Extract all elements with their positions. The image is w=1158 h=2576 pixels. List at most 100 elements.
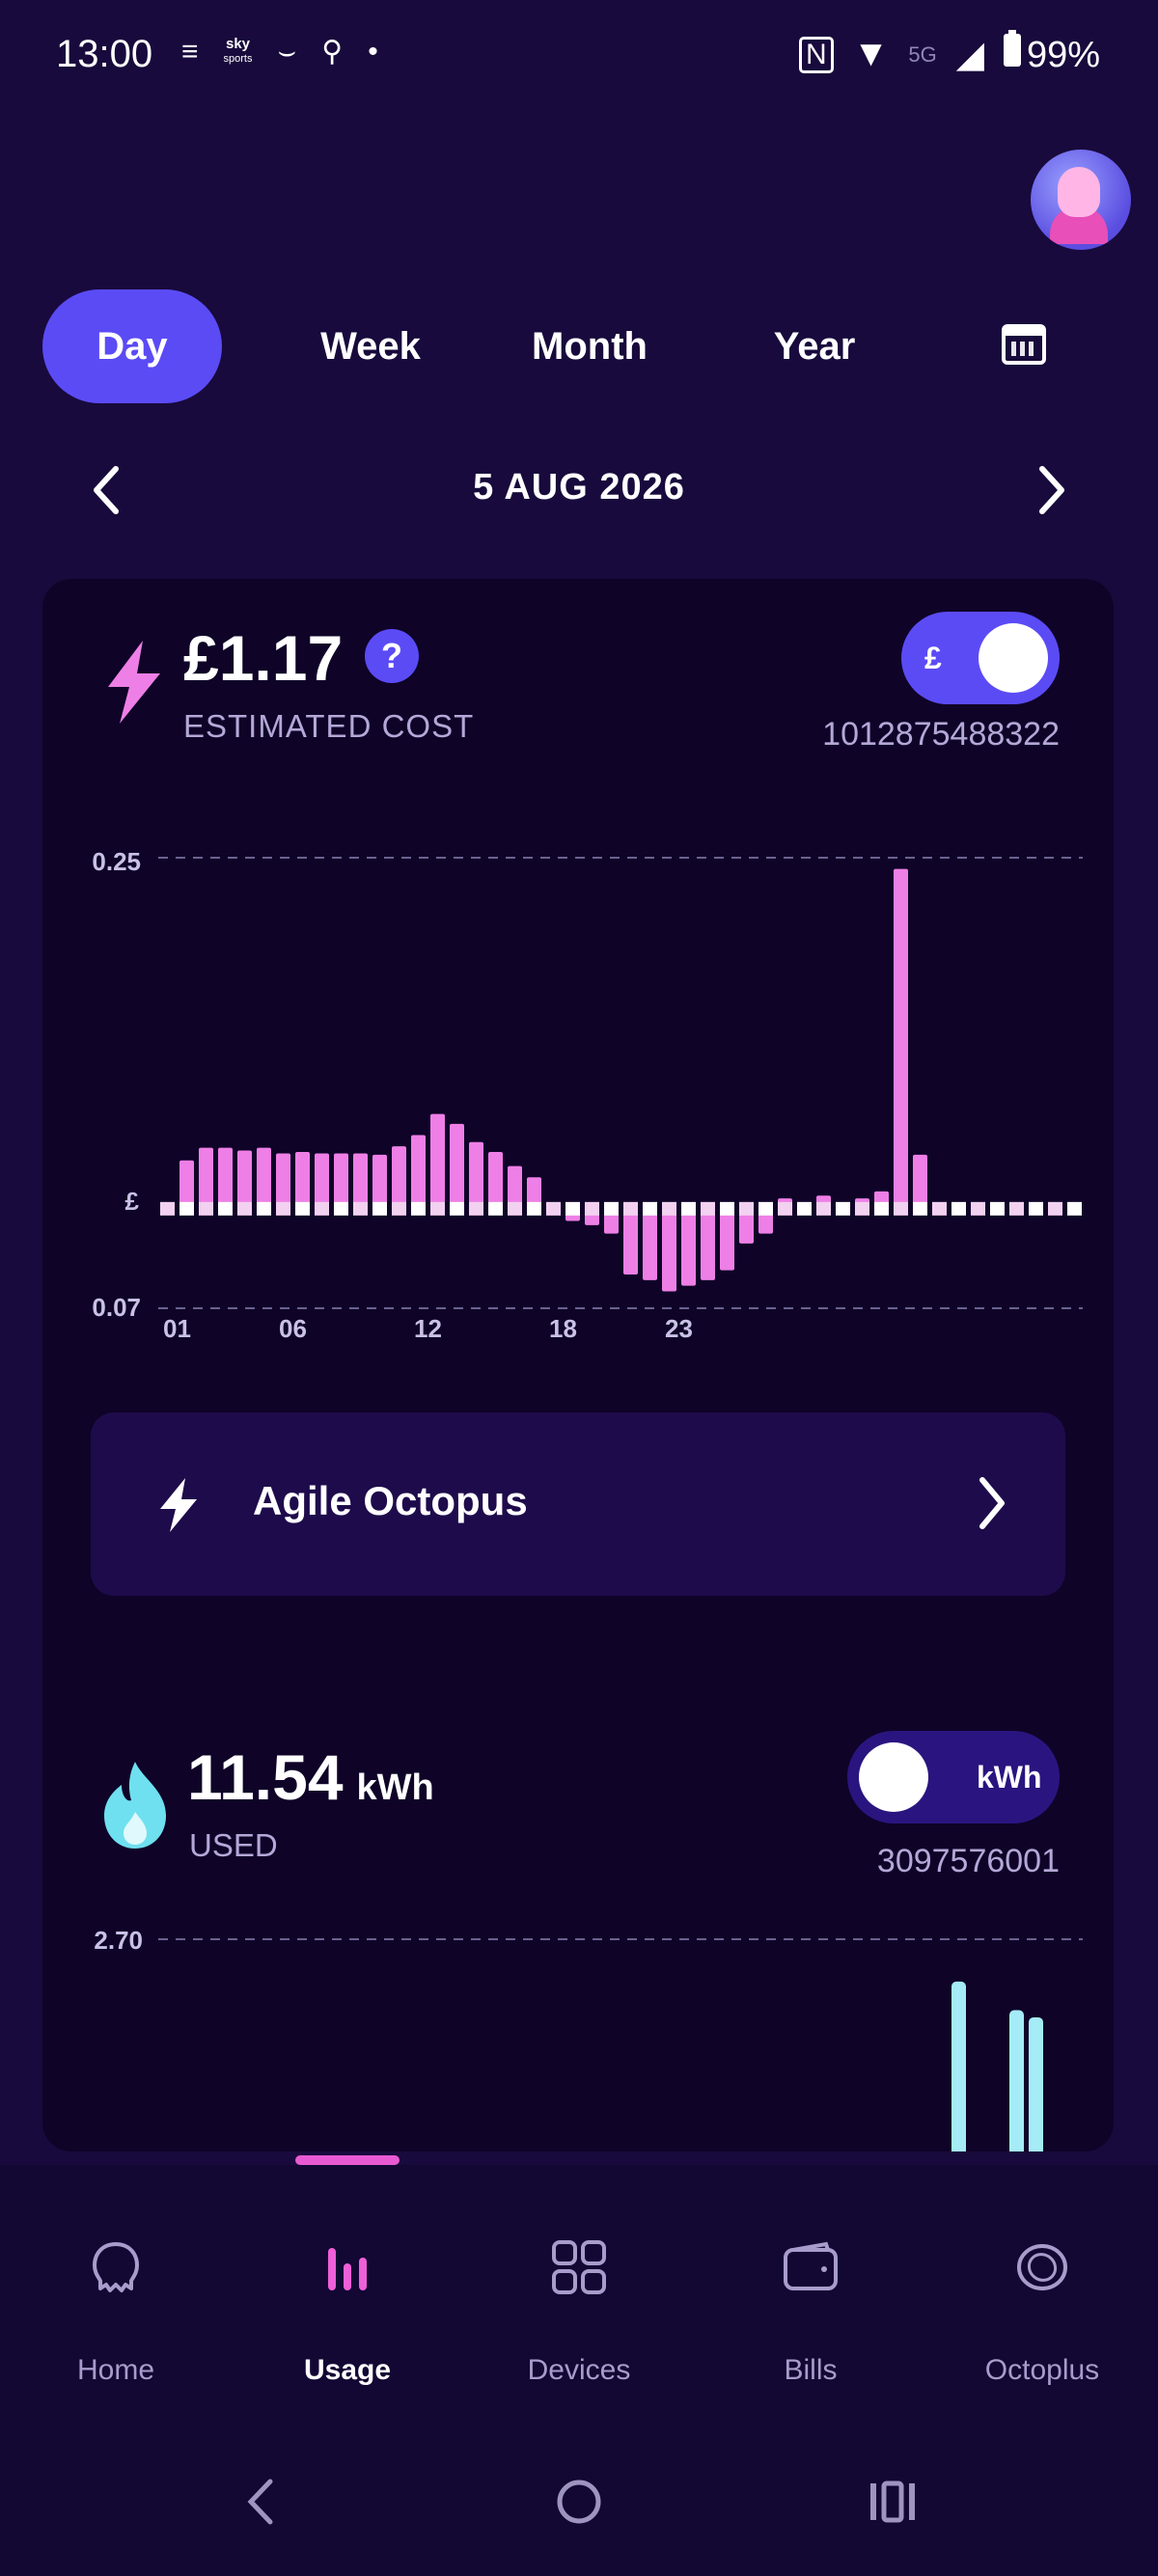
nav-devices[interactable]: Devices: [463, 2165, 695, 2425]
cost-bar[interactable]: [334, 1153, 348, 1210]
cost-bar[interactable]: [199, 1147, 213, 1210]
nfc-icon: N: [799, 36, 834, 73]
x-tick-label: 12: [414, 1314, 442, 1343]
sports-text: sports: [223, 53, 253, 65]
amazon-icon: ⌣: [277, 35, 297, 68]
sky-text: sky: [225, 36, 251, 52]
nav-usage[interactable]: Usage: [232, 2165, 463, 2425]
gas-bar[interactable]: [1029, 2016, 1043, 2151]
baseline-marker: [411, 1201, 426, 1216]
tab-month[interactable]: Month: [508, 289, 672, 403]
cost-bar[interactable]: [392, 1146, 406, 1210]
baseline-marker: [546, 1201, 561, 1216]
cost-bar[interactable]: [237, 1150, 252, 1210]
gas-bar[interactable]: [1009, 2010, 1024, 2151]
lightning-icon: [108, 641, 160, 724]
nav-bills-label: Bills: [784, 2354, 838, 2386]
baseline-marker: [990, 1201, 1005, 1216]
tariff-name: Agile Octopus: [253, 1478, 528, 1523]
baseline-marker: [469, 1201, 483, 1216]
estimated-cost-value: £1.17: [183, 622, 344, 694]
calendar-icon[interactable]: [1002, 324, 1046, 365]
baseline-marker: [450, 1201, 464, 1216]
recents-icon[interactable]: [859, 2468, 926, 2535]
nav-bills[interactable]: Bills: [695, 2165, 926, 2425]
cost-bar[interactable]: [623, 1209, 638, 1274]
cost-bar[interactable]: [315, 1153, 329, 1210]
baseline-marker: [372, 1201, 387, 1216]
cost-bar[interactable]: [372, 1154, 387, 1210]
nav-octoplus[interactable]: Octoplus: [926, 2165, 1158, 2425]
cost-bar[interactable]: [469, 1141, 483, 1210]
cost-bar[interactable]: [411, 1135, 426, 1210]
gas-usage-number: 11.54: [187, 1741, 344, 1813]
active-tab-indicator: [295, 2155, 400, 2165]
baseline-marker: [257, 1201, 271, 1216]
cost-bar[interactable]: [662, 1209, 676, 1292]
back-icon[interactable]: [230, 2468, 297, 2535]
gas-usage-chart: 2.70: [94, 1926, 1083, 2151]
gas-bar[interactable]: [951, 1981, 966, 2151]
cost-unit-toggle[interactable]: £: [901, 612, 1060, 704]
baseline-marker: [237, 1201, 252, 1216]
cost-bar[interactable]: [218, 1147, 233, 1210]
cost-bar[interactable]: [681, 1209, 696, 1286]
sky-sports-icon: sky sports: [223, 36, 253, 66]
electricity-cost-chart: 0.25 0.07 £ 01 06 12 18 23: [92, 847, 1083, 1343]
octopus-icon: [93, 2242, 139, 2292]
baseline-marker: [643, 1201, 657, 1216]
tab-week[interactable]: Week: [293, 289, 448, 403]
search-sparkle-icon: ⚲: [321, 36, 344, 68]
cost-bar[interactable]: [295, 1152, 310, 1210]
baseline-marker: [199, 1201, 213, 1216]
cost-bar[interactable]: [894, 868, 908, 1210]
network-type: 5G: [908, 41, 937, 67]
cost-bar[interactable]: [913, 1154, 927, 1210]
avatar[interactable]: [1031, 150, 1131, 250]
home-button-icon[interactable]: [545, 2468, 613, 2535]
cost-bar[interactable]: [353, 1153, 368, 1210]
cost-bar[interactable]: [720, 1209, 734, 1271]
usage-card: £1.17 ? ESTIMATED COST £ 1012875488322 0…: [42, 579, 1114, 2151]
baseline-marker: [565, 1201, 580, 1216]
baseline-marker: [855, 1201, 869, 1216]
battery-icon: [1003, 29, 1021, 67]
nav-home[interactable]: Home: [0, 2165, 232, 2425]
cost-bar[interactable]: [257, 1147, 271, 1210]
cost-bar[interactable]: [450, 1123, 464, 1210]
gas-unit-toggle[interactable]: kWh: [847, 1731, 1060, 1823]
baseline-marker: [739, 1201, 754, 1216]
flame-icon: [104, 1762, 166, 1849]
cost-bar[interactable]: [701, 1209, 715, 1280]
baseline-marker: [701, 1201, 715, 1216]
toggle-knob: [859, 1742, 928, 1812]
baseline-marker: [585, 1201, 599, 1216]
pound-toggle-label: £: [924, 641, 942, 675]
tab-day[interactable]: Day: [42, 289, 222, 403]
chevron-left-icon: [94, 466, 119, 514]
tab-year[interactable]: Year: [737, 289, 892, 403]
cost-bar[interactable]: [276, 1153, 290, 1210]
cost-bar[interactable]: [430, 1113, 445, 1210]
baseline-marker: [778, 1201, 792, 1216]
baseline-marker: [315, 1201, 329, 1216]
gas-usage-unit: kWh: [356, 1768, 434, 1808]
cost-bar[interactable]: [488, 1152, 503, 1210]
baseline-marker: [758, 1201, 773, 1216]
cost-bar[interactable]: [643, 1209, 657, 1280]
tariff-row[interactable]: Agile Octopus: [91, 1412, 1065, 1596]
y-zero-label: £: [125, 1187, 140, 1216]
help-icon[interactable]: ?: [365, 629, 419, 683]
baseline-marker: [1009, 1201, 1024, 1216]
period-tabs: Day Week Month Year: [42, 289, 1114, 403]
baseline-marker: [276, 1201, 290, 1216]
baseline-marker: [1029, 1201, 1043, 1216]
baseline-marker: [295, 1201, 310, 1216]
previous-day-button[interactable]: [79, 461, 137, 519]
signal-icon: ◢: [955, 35, 984, 75]
baseline-marker: [951, 1201, 966, 1216]
nav-devices-label: Devices: [527, 2354, 631, 2386]
status-bar: 13:00 ≡ sky sports ⌣ ⚲ • N ▼ 5G ◢ 99%: [0, 0, 1158, 116]
tariff-lightning-icon: [160, 1478, 197, 1532]
next-day-button[interactable]: [1021, 461, 1079, 519]
